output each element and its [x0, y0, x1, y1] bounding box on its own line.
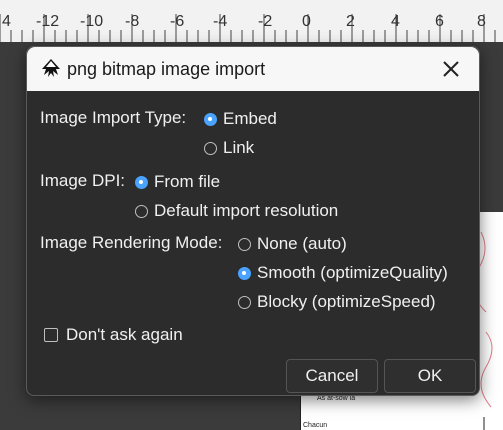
canvas-text: As at-sow la — [317, 395, 356, 402]
ruler-label: -6 — [170, 13, 185, 30]
horizontal-ruler[interactable]: 4 -12 -10 -8 -6 -4 -2 0 2 4 6 8 — [0, 0, 503, 42]
close-icon[interactable] — [437, 55, 465, 83]
import-dialog: png bitmap image import Image Import Typ… — [26, 46, 480, 396]
radio-indicator — [238, 266, 251, 280]
radio-indicator — [238, 237, 251, 251]
ruler-label: -2 — [258, 13, 273, 30]
checkbox-box — [44, 328, 58, 342]
radio-label: Link — [223, 138, 255, 157]
canvas-text: Chacun — [303, 422, 328, 429]
dialog-title: png bitmap image import — [67, 59, 266, 79]
ruler-ticks — [0, 14, 496, 42]
inkscape-icon — [42, 59, 60, 77]
ruler-label: 0 — [302, 13, 311, 30]
radio-smooth[interactable]: Smooth (optimizeQuality) — [238, 263, 448, 283]
radio-indicator — [238, 295, 251, 309]
radio-indicator — [135, 175, 148, 189]
ruler-label: 2 — [346, 13, 355, 30]
radio-embed[interactable]: Embed — [204, 109, 277, 129]
ruler-label: 8 — [477, 13, 486, 30]
radio-blocky[interactable]: Blocky (optimizeSpeed) — [238, 292, 436, 312]
ruler-label: 4 — [2, 13, 11, 30]
ruler-label: 4 — [391, 13, 400, 30]
rendering-mode-label: Image Rendering Mode: — [40, 233, 223, 252]
radio-default-resolution[interactable]: Default import resolution — [135, 201, 338, 221]
radio-none-auto[interactable]: None (auto) — [238, 234, 347, 254]
checkbox-label: Don't ask again — [66, 325, 183, 344]
cancel-button[interactable]: Cancel — [286, 359, 378, 393]
radio-link[interactable]: Link — [204, 138, 254, 158]
ruler-label: 6 — [435, 13, 444, 30]
dialog-titlebar[interactable]: png bitmap image import — [27, 47, 479, 91]
dpi-label: Image DPI: — [40, 171, 126, 190]
radio-indicator — [204, 112, 217, 126]
radio-label: Blocky (optimizeSpeed) — [257, 292, 436, 311]
ruler-label: -12 — [36, 13, 60, 30]
radio-label: Default import resolution — [154, 201, 339, 220]
ruler-label: -10 — [80, 13, 104, 30]
radio-label: None (auto) — [257, 234, 347, 253]
ruler-label: -8 — [125, 13, 140, 30]
radio-label: Embed — [223, 109, 277, 128]
import-type-label: Image Import Type: — [40, 108, 187, 127]
ok-button[interactable]: OK — [384, 359, 476, 393]
dont-ask-checkbox[interactable]: Don't ask again — [44, 325, 183, 345]
radio-label: Smooth (optimizeQuality) — [257, 263, 448, 282]
ruler-label: -4 — [213, 13, 228, 30]
radio-from-file[interactable]: From file — [135, 172, 220, 192]
radio-indicator — [204, 141, 217, 155]
radio-indicator — [135, 204, 148, 218]
radio-label: From file — [154, 172, 221, 191]
